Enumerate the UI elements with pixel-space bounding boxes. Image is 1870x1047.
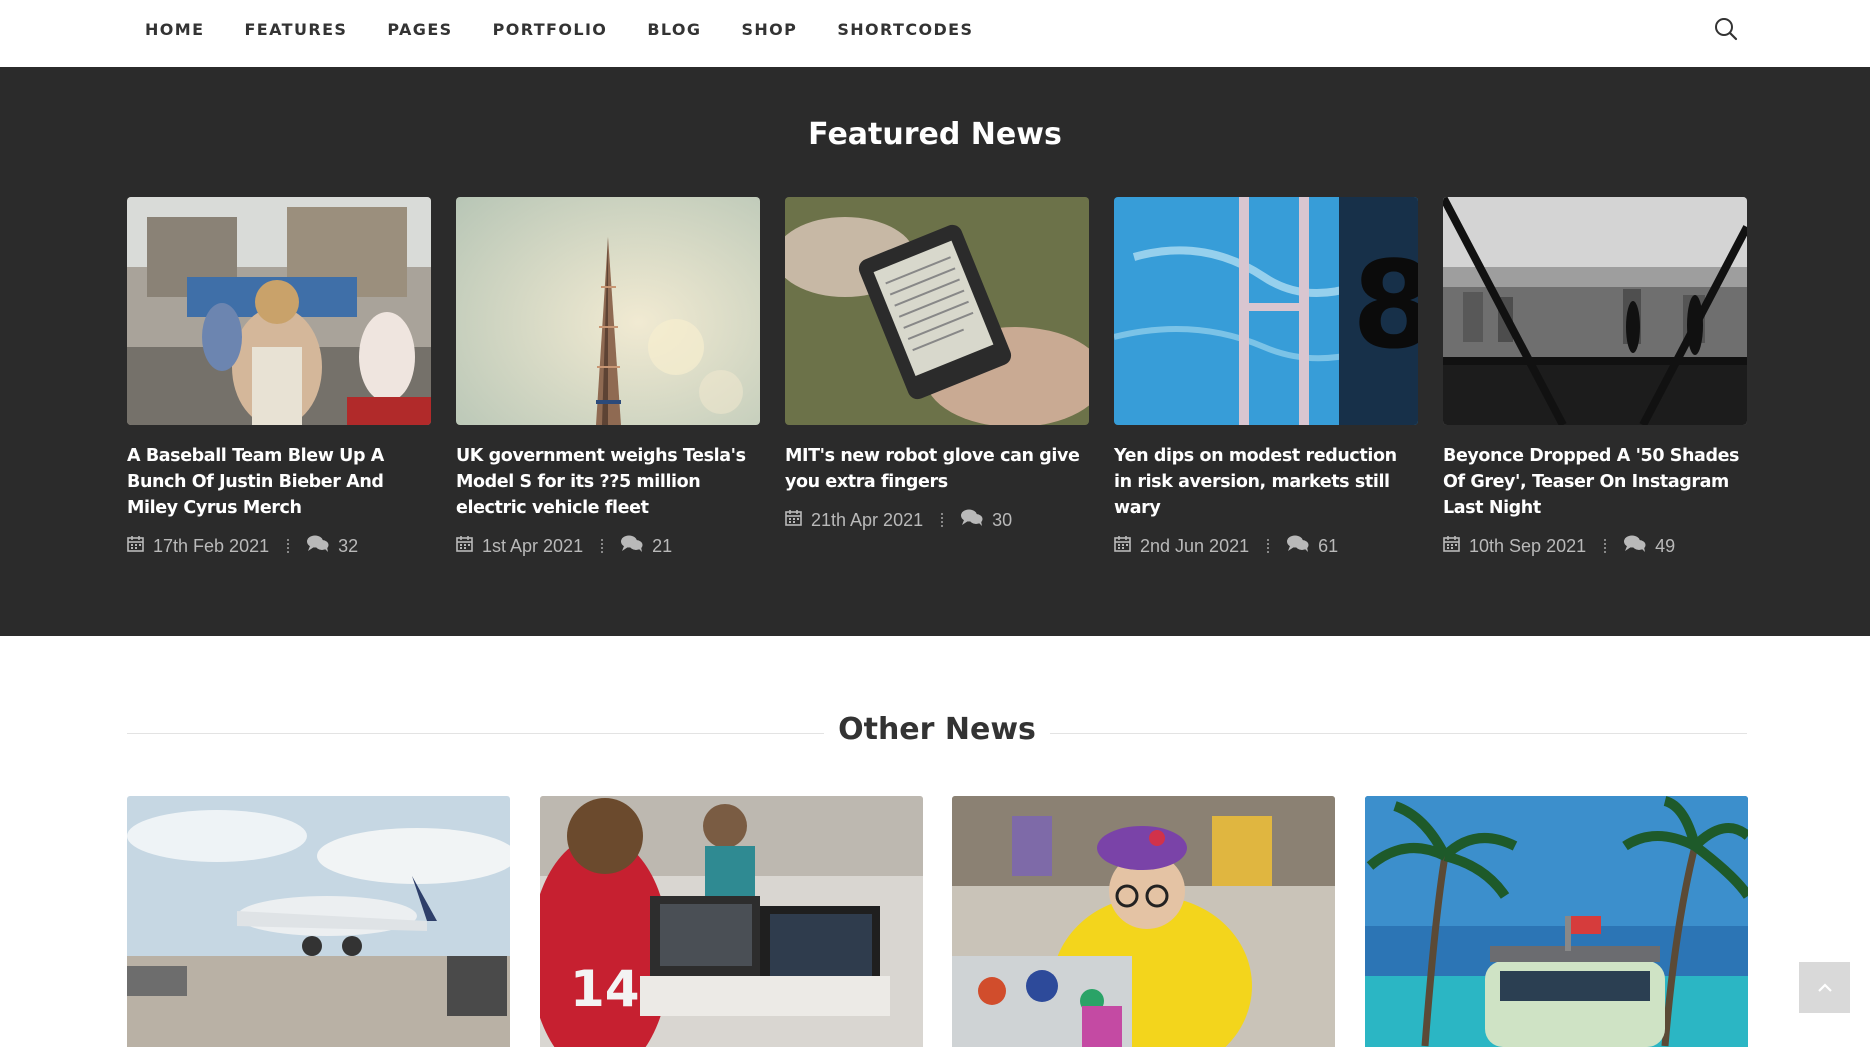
article-date: 10th Sep 2021	[1469, 535, 1587, 556]
nav-features[interactable]: FEATURES	[244, 20, 347, 39]
meta-divider	[1604, 539, 1607, 553]
featured-card-title[interactable]: Beyonce Dropped A '50 Shades Of Grey', T…	[1443, 443, 1747, 521]
featured-card-title[interactable]: A Baseball Team Blew Up A Bunch Of Justi…	[127, 443, 431, 521]
comments-icon	[961, 509, 983, 531]
comment-count[interactable]: 49	[1655, 536, 1675, 557]
featured-news-title: Featured News	[808, 117, 1062, 152]
nav-portfolio[interactable]: PORTFOLIO	[493, 20, 608, 39]
calendar-icon	[1114, 535, 1131, 557]
comments-icon	[1287, 535, 1309, 557]
featured-card-meta: 10th Sep 2021 49	[1443, 535, 1747, 557]
featured-card-image[interactable]	[1443, 197, 1747, 425]
featured-card-meta: 21th Apr 2021 30	[785, 509, 1089, 531]
featured-card: UK government weighs Tesla's Model S for…	[456, 197, 760, 557]
nav-blog[interactable]: BLOG	[647, 20, 701, 39]
featured-card-title[interactable]: Yen dips on modest reduction in risk ave…	[1114, 443, 1418, 521]
calendar-icon	[785, 509, 802, 531]
featured-card-image[interactable]	[785, 197, 1089, 425]
featured-news-section: Featured News A Baseball Team Blew Up A …	[0, 67, 1870, 636]
other-news-title: Other News	[824, 712, 1050, 747]
comment-count[interactable]: 30	[992, 510, 1012, 531]
featured-card-meta: 17th Feb 2021 32	[127, 535, 431, 557]
nav-shortcodes[interactable]: SHORTCODES	[837, 20, 973, 39]
featured-card: MIT's new robot glove can give you extra…	[785, 197, 1089, 531]
comments-icon	[621, 535, 643, 557]
nav-pages[interactable]: PAGES	[387, 20, 452, 39]
comments-icon	[1624, 535, 1646, 557]
calendar-icon	[127, 535, 144, 557]
back-to-top-button[interactable]	[1799, 962, 1850, 1013]
meta-divider	[941, 513, 944, 527]
comments-icon	[307, 535, 329, 557]
comment-count[interactable]: 61	[1318, 536, 1338, 557]
other-news-card-image[interactable]	[1365, 796, 1748, 1047]
featured-card: A Baseball Team Blew Up A Bunch Of Justi…	[127, 197, 431, 557]
other-news-header: Other News	[127, 712, 1747, 756]
calendar-icon	[456, 535, 473, 557]
nav-shop[interactable]: SHOP	[741, 20, 797, 39]
featured-card-title[interactable]: MIT's new robot glove can give you extra…	[785, 443, 1089, 495]
featured-card-title[interactable]: UK government weighs Tesla's Model S for…	[456, 443, 760, 521]
other-news-card-image[interactable]: 14	[540, 796, 923, 1047]
other-news-card-image[interactable]	[952, 796, 1335, 1047]
search-icon[interactable]	[1713, 16, 1739, 42]
comment-count[interactable]: 32	[338, 536, 358, 557]
calendar-icon	[1443, 535, 1460, 557]
main-nav: HOME FEATURES PAGES PORTFOLIO BLOG SHOP …	[145, 0, 1013, 58]
meta-divider	[601, 539, 604, 553]
other-news-card-image[interactable]	[127, 796, 510, 1047]
featured-card: 8 Yen dips on modest reduction in risk a…	[1114, 197, 1418, 557]
meta-divider	[1267, 539, 1270, 553]
article-date: 17th Feb 2021	[153, 535, 270, 556]
featured-card-image[interactable]	[127, 197, 431, 425]
svg-text:14: 14	[570, 960, 640, 1018]
article-date: 21th Apr 2021	[811, 509, 924, 530]
comment-count[interactable]: 21	[652, 536, 672, 557]
featured-card-image[interactable]: 8	[1114, 197, 1418, 425]
article-date: 1st Apr 2021	[482, 535, 584, 556]
svg-text:8: 8	[1352, 237, 1418, 376]
featured-card-meta: 2nd Jun 2021 61	[1114, 535, 1418, 557]
featured-card: Beyonce Dropped A '50 Shades Of Grey', T…	[1443, 197, 1747, 557]
chevron-up-icon	[1817, 978, 1833, 997]
meta-divider	[287, 539, 290, 553]
article-date: 2nd Jun 2021	[1140, 535, 1250, 556]
featured-card-meta: 1st Apr 2021 21	[456, 535, 760, 557]
nav-home[interactable]: HOME	[145, 20, 204, 39]
site-header: HOME FEATURES PAGES PORTFOLIO BLOG SHOP …	[0, 0, 1870, 67]
featured-card-image[interactable]	[456, 197, 760, 425]
